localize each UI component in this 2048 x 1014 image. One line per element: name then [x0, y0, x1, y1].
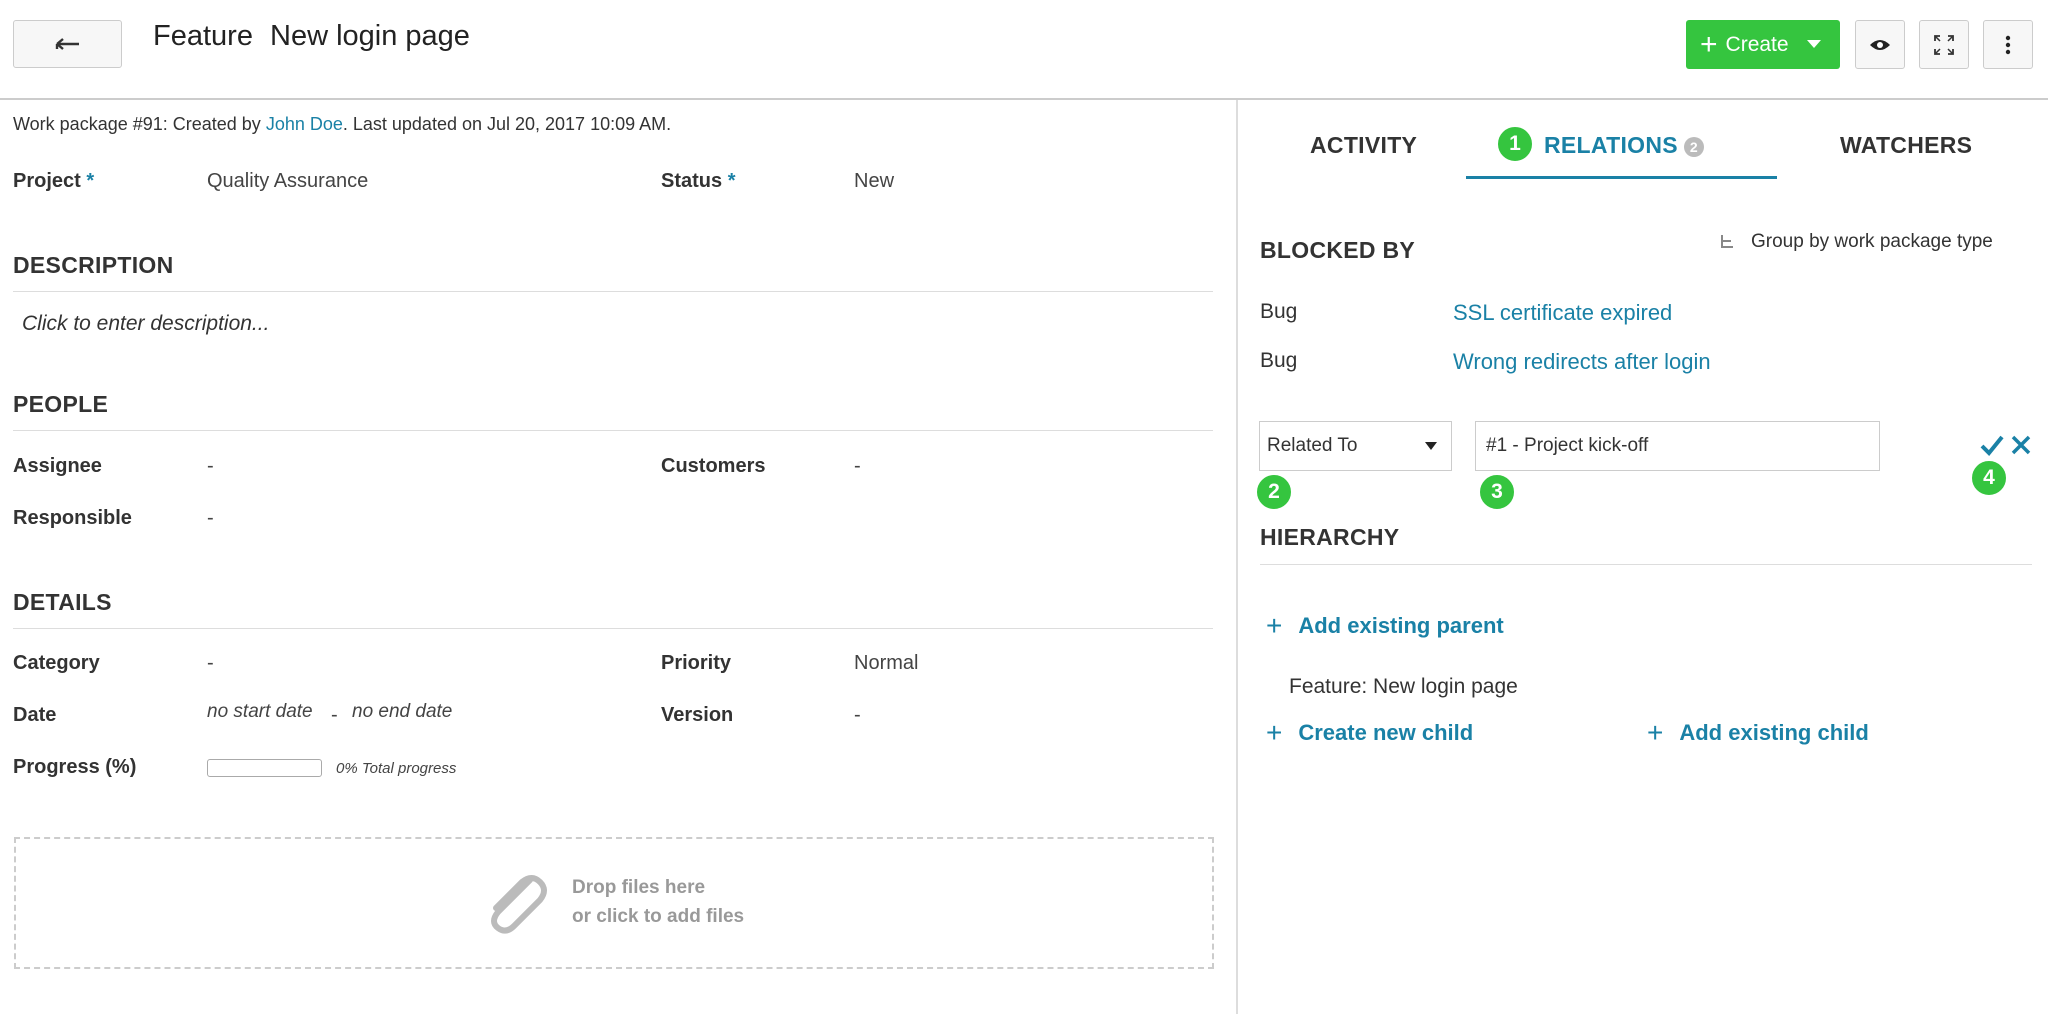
relation-link-2[interactable]: Wrong redirects after login [1453, 349, 1711, 375]
chevron-down-icon [1806, 39, 1821, 48]
callout-marker-3: 3 [1478, 473, 1516, 511]
back-button[interactable] [13, 20, 122, 68]
relation-target-input[interactable]: #1 - Project kick-off [1475, 421, 1880, 471]
start-date-value[interactable]: no start date [207, 701, 313, 723]
version-label: Version [661, 704, 734, 726]
confirm-check-icon[interactable] [1980, 434, 2004, 456]
project-label: Project * [13, 170, 95, 192]
create-button[interactable]: + Create [1686, 20, 1840, 69]
header-divider [0, 98, 2048, 100]
date-label: Date [13, 704, 57, 726]
create-label: Create [1725, 32, 1789, 56]
blocked-by-heading: BLOCKED BY [1260, 237, 1416, 263]
create-new-child-link[interactable]: + Create new child [1266, 717, 1473, 749]
fullscreen-button[interactable] [1919, 20, 1969, 69]
description-divider [13, 291, 1213, 292]
current-work-package: Feature: New login page [1289, 675, 1518, 698]
description-heading: DESCRIPTION [13, 252, 174, 278]
add-existing-parent-link[interactable]: + Add existing parent [1266, 610, 1504, 642]
pane-divider[interactable] [1236, 100, 1238, 1014]
plus-icon: + [1647, 717, 1664, 748]
active-tab-indicator [1466, 176, 1777, 179]
relation-link-1[interactable]: SSL certificate expired [1453, 300, 1672, 326]
project-value[interactable]: Quality Assurance [207, 170, 368, 193]
customers-value[interactable]: - [854, 455, 861, 478]
version-value[interactable]: - [854, 704, 861, 727]
people-divider [13, 430, 1213, 431]
group-by-toggle[interactable]: Group by work package type [1719, 231, 1993, 253]
callout-marker-2: 2 [1255, 473, 1293, 511]
watch-button[interactable] [1855, 20, 1905, 69]
hierarchy-icon [1721, 235, 1733, 248]
responsible-value[interactable]: - [207, 507, 214, 530]
description-field[interactable]: Click to enter description... [22, 312, 269, 336]
plus-icon: + [1266, 717, 1283, 748]
drop-files-text: Drop files here or click to add files [572, 877, 745, 927]
back-arrow-icon [55, 38, 79, 50]
tab-watchers[interactable]: WATCHERS [1840, 132, 1972, 159]
progress-text: 0% Total progress [336, 760, 457, 777]
assignee-value[interactable]: - [207, 455, 214, 478]
work-package-meta: Work package #91: Created by John Doe. L… [13, 114, 672, 134]
hierarchy-divider [1260, 564, 2032, 565]
relation-type-select[interactable]: Related To [1259, 421, 1452, 471]
tab-relations[interactable]: RELATIONS 2 [1544, 132, 1704, 159]
details-divider [13, 628, 1213, 629]
customers-label: Customers [661, 455, 766, 477]
more-options-button[interactable] [1983, 20, 2033, 69]
hierarchy-heading: HIERARCHY [1260, 524, 1400, 550]
plus-icon: + [1700, 27, 1718, 61]
plus-icon: + [1266, 610, 1283, 641]
paperclip-icon [491, 875, 547, 934]
priority-label: Priority [661, 652, 732, 674]
responsible-label: Responsible [13, 507, 132, 529]
cancel-close-icon[interactable] [2010, 434, 2032, 456]
relations-count-badge: 2 [1683, 136, 1704, 157]
category-value[interactable]: - [207, 652, 214, 675]
details-heading: DETAILS [13, 589, 112, 615]
end-date-value[interactable]: no end date [352, 701, 452, 723]
work-package-subject[interactable]: New login page [270, 20, 470, 53]
tab-activity[interactable]: ACTIVITY [1310, 132, 1417, 159]
relation-type-2: Bug [1260, 349, 1298, 372]
author-link[interactable]: John Doe [266, 114, 343, 134]
status-value[interactable]: New [854, 170, 894, 193]
dropdown-arrow-icon [1425, 441, 1437, 450]
eye-icon [1870, 39, 1890, 50]
progress-bar[interactable] [207, 759, 322, 777]
callout-marker-1: 1 [1496, 125, 1534, 163]
relation-type-1: Bug [1260, 300, 1298, 323]
priority-value[interactable]: Normal [854, 652, 918, 675]
expand-icon [1934, 34, 1954, 55]
status-label: Status * [661, 170, 736, 192]
category-label: Category [13, 652, 100, 674]
callout-marker-4: 4 [1970, 459, 2008, 497]
add-existing-child-link[interactable]: + Add existing child [1647, 717, 1869, 749]
date-separator: - [331, 704, 338, 726]
more-vertical-icon [2005, 35, 2011, 54]
assignee-label: Assignee [13, 455, 102, 477]
people-heading: PEOPLE [13, 391, 109, 417]
work-package-type: Feature [153, 20, 253, 52]
progress-label: Progress (%) [13, 756, 137, 778]
